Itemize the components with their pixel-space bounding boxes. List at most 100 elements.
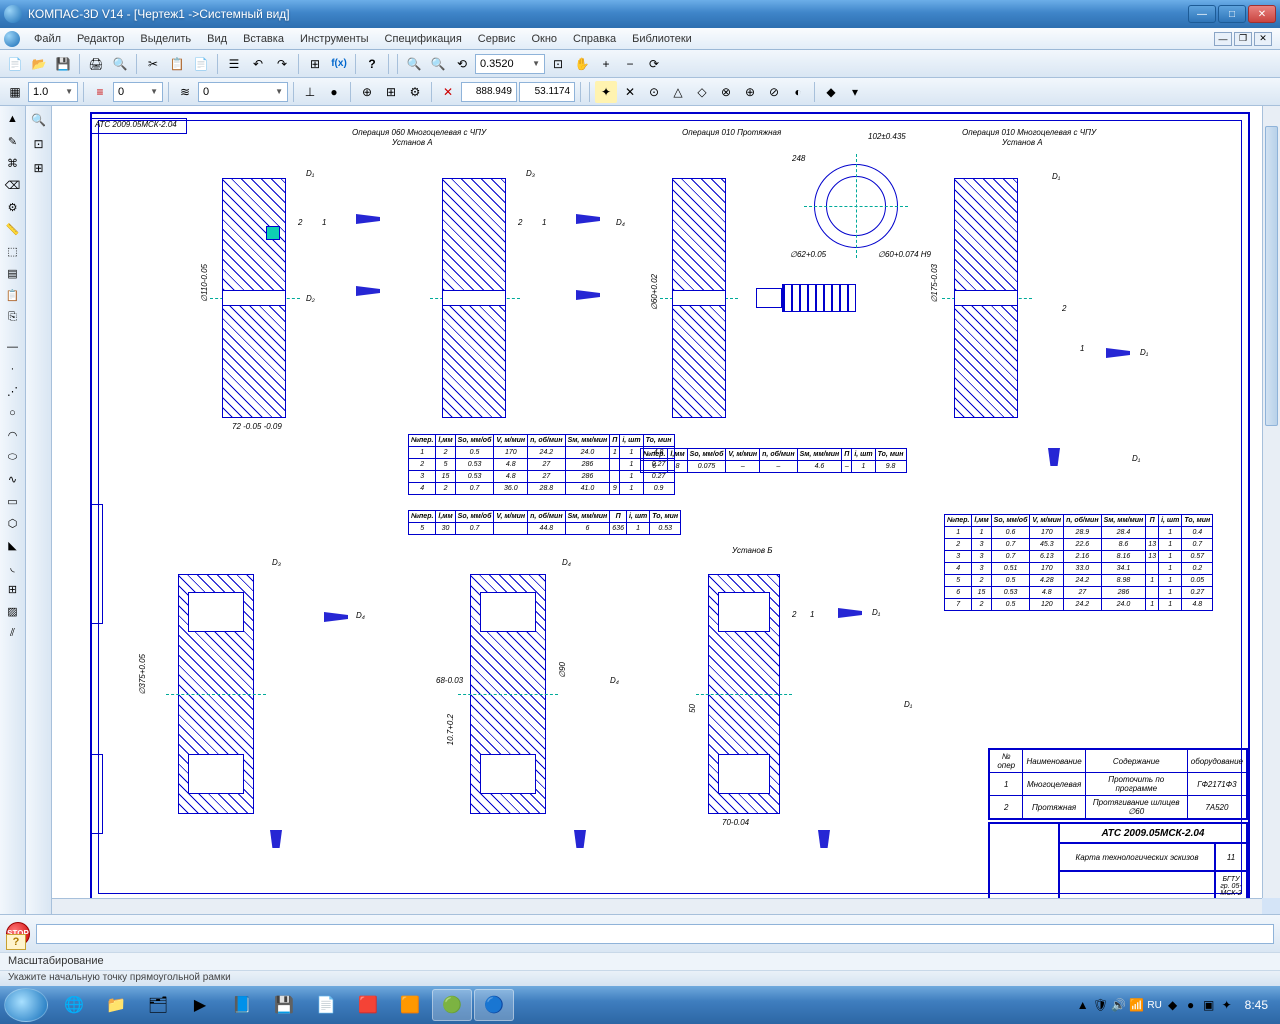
menu-service[interactable]: Сервис [470,31,524,47]
edit-panel-button[interactable]: ⌫ [3,175,23,195]
zoom-combo[interactable]: 0.3520▼ [475,54,545,74]
snap5-button[interactable]: ◇ [691,81,713,103]
hint-button[interactable]: ? [6,934,26,950]
polygon-tool-button[interactable]: ⬡ [3,513,23,533]
menu-tools[interactable]: Инструменты [292,31,377,47]
zoom-dynamic-button[interactable]: 🔍 [427,53,449,75]
grid-button[interactable]: ▦ [4,81,26,103]
dimensions-panel-button[interactable]: ✎ [3,131,23,151]
refresh-button[interactable]: ⟳ [643,53,665,75]
hatch-tool-button[interactable]: ▨ [3,601,23,621]
equidist-tool-button[interactable]: ⫽ [3,623,23,643]
zoom-in-button[interactable]: + [595,53,617,75]
tray-lang[interactable]: RU [1147,997,1163,1013]
param-panel-button[interactable]: ⚙ [3,197,23,217]
redo-button[interactable]: ↷ [271,53,293,75]
copy-button[interactable]: 📋 [166,53,188,75]
tray-generic1-icon[interactable]: ◆ [1165,997,1181,1013]
geometry-panel-button[interactable]: ▲ [3,109,23,129]
round-button[interactable]: ● [323,81,345,103]
view2-button[interactable]: ⊡ [28,133,50,155]
spline-tool-button[interactable]: ∿ [3,469,23,489]
task-kompas[interactable]: 🔵 [474,989,514,1021]
task-word[interactable]: 📘 [222,989,262,1021]
task-doc[interactable]: 📄 [306,989,346,1021]
undo-button[interactable]: ↶ [247,53,269,75]
paste-button[interactable]: 📄 [190,53,212,75]
collect-tool-button[interactable]: ⊞ [3,579,23,599]
tray-generic4-icon[interactable]: ✦ [1219,997,1235,1013]
close-button[interactable]: ✕ [1248,5,1276,23]
snap3-button[interactable]: ⊙ [643,81,665,103]
reports-panel-button[interactable]: 📋 [3,285,23,305]
fillet-tool-button[interactable]: ◟ [3,557,23,577]
view1-button[interactable]: 🔍 [28,109,50,131]
menu-spec[interactable]: Спецификация [377,31,470,47]
doc-close-button[interactable]: ✕ [1254,32,1272,46]
save-button[interactable]: 💾 [52,53,74,75]
coord-y-field[interactable]: 53.1174 [519,82,575,102]
properties-button[interactable]: ☰ [223,53,245,75]
variables-button[interactable]: f(x) [328,53,350,75]
rect-tool-button[interactable]: ▭ [3,491,23,511]
tray-flag-icon[interactable]: ▲ [1075,997,1091,1013]
insert-panel-button[interactable]: ⎘ [3,307,23,327]
task-yandex[interactable]: 🟥 [348,989,388,1021]
spec-panel-button[interactable]: ▤ [3,263,23,283]
menu-edit[interactable]: Редактор [69,31,132,47]
ellipse-tool-button[interactable]: ⬭ [3,447,23,467]
zoom-prev-button[interactable]: ⟲ [451,53,473,75]
tray-shield-icon[interactable]: 🛡 [1093,997,1109,1013]
snap-grid-button[interactable]: ⊞ [380,81,402,103]
minimize-button[interactable]: — [1188,5,1216,23]
horizontal-scrollbar[interactable] [52,898,1262,914]
start-button[interactable] [4,988,48,1022]
style-combo[interactable]: 0▼ [198,82,288,102]
task-save[interactable]: 💾 [264,989,304,1021]
menu-file[interactable]: Файл [26,31,69,47]
task-ie[interactable]: 🌐 [54,989,94,1021]
menu-view[interactable]: Вид [199,31,235,47]
manager-button[interactable]: ⊞ [304,53,326,75]
maximize-button[interactable]: □ [1218,5,1246,23]
zoom-fit-button[interactable]: ⊡ [547,53,569,75]
point-tool-button[interactable]: · [3,359,23,379]
tray-generic3-icon[interactable]: ▣ [1201,997,1217,1013]
tray-net-icon[interactable]: 📶 [1129,997,1145,1013]
help-arrow-button[interactable]: ? [361,53,383,75]
aux-line-button[interactable]: ⋰ [3,381,23,401]
new-button[interactable]: 📄 [4,53,26,75]
doc-minimize-button[interactable]: — [1214,32,1232,46]
circle-tool-button[interactable]: ○ [3,403,23,423]
snap1-button[interactable]: ✦ [595,81,617,103]
open-button[interactable]: 📂 [28,53,50,75]
chamfer-tool-button[interactable]: ◣ [3,535,23,555]
snap4-button[interactable]: △ [667,81,689,103]
lcs-button[interactable]: ⊕ [356,81,378,103]
snap-settings-button[interactable]: ⚙ [404,81,426,103]
menu-help[interactable]: Справка [565,31,624,47]
scale-combo[interactable]: 1.0▼ [28,82,78,102]
cut-button[interactable]: ✂ [142,53,164,75]
snap-toggle-button[interactable]: ◆ [820,81,842,103]
view3-button[interactable]: ⊞ [28,157,50,179]
preview-button[interactable]: 🔍 [109,53,131,75]
task-explorer[interactable]: 📁 [96,989,136,1021]
snap7-button[interactable]: ⊕ [739,81,761,103]
doc-restore-button[interactable]: ❐ [1234,32,1252,46]
snap8-button[interactable]: ⊘ [763,81,785,103]
coord-x-field[interactable]: 888.949 [461,82,517,102]
menu-select[interactable]: Выделить [132,31,199,47]
tray-generic2-icon[interactable]: ● [1183,997,1199,1013]
snap2-button[interactable]: ✕ [619,81,641,103]
select-panel-button[interactable]: ⬚ [3,241,23,261]
print-button[interactable]: 🖨 [85,53,107,75]
line-tool-button[interactable]: — [3,337,23,357]
tray-sound-icon[interactable]: 🔊 [1111,997,1127,1013]
vertical-scrollbar[interactable] [1262,106,1280,898]
zoom-out-button[interactable]: − [619,53,641,75]
arc-tool-button[interactable]: ◠ [3,425,23,445]
task-folder[interactable]: 🗂 [138,989,178,1021]
menu-libraries[interactable]: Библиотеки [624,31,700,47]
menu-window[interactable]: Окно [523,31,565,47]
